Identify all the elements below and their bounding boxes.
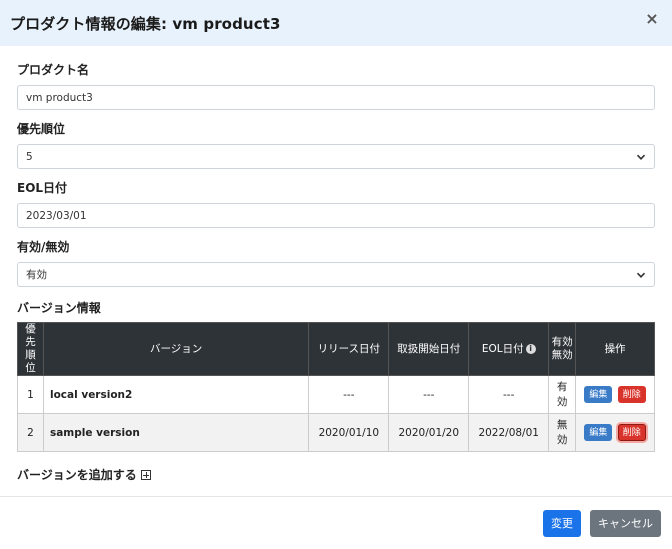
row-handling-start: ---	[388, 375, 470, 414]
col-header-eol: EOL日付 i	[468, 322, 550, 376]
row-release-date: ---	[308, 375, 390, 414]
versions-table: 優先 順位 バージョン リリース日付 取扱開始日付 EOL日付 i 有効 無効 操…	[17, 322, 655, 452]
info-icon[interactable]: i	[525, 343, 536, 354]
eol-date-value: 2023/03/01	[26, 209, 87, 222]
table-row: 2 sample version 2020/01/10 2020/01/20 2…	[17, 413, 655, 452]
col-header-handling-start: 取扱開始日付	[388, 322, 470, 376]
edit-version-button[interactable]: 編集	[584, 424, 613, 441]
delete-version-button[interactable]: 削除	[617, 386, 646, 403]
priority-select[interactable]: 5	[17, 144, 655, 169]
table-row: 1 local version2 --- --- --- 有 効 編集 削除	[17, 375, 655, 414]
product-name-input[interactable]: vm product3	[17, 85, 655, 110]
modal-footer: 変更 キャンセル	[0, 496, 672, 549]
add-version-label: バージョンを追加する	[17, 468, 137, 482]
product-name-group: プロダクト名 vm product3	[17, 61, 655, 110]
chevron-down-icon	[636, 154, 646, 160]
row-version: sample version	[42, 413, 310, 452]
status-label: 有効/無効	[17, 240, 70, 254]
row-version: local version2	[42, 375, 310, 414]
eol-date-group: EOL日付 2023/03/01	[17, 179, 655, 228]
chevron-down-icon	[636, 272, 646, 278]
edit-version-button[interactable]: 編集	[584, 386, 613, 403]
submit-button[interactable]: 変更	[543, 509, 581, 537]
status-value: 有効	[26, 269, 47, 281]
modal-header: プロダクト情報の編集: vm product3 ×	[0, 0, 672, 46]
col-header-valid: 有効 無効	[548, 322, 577, 376]
eol-date-input[interactable]: 2023/03/01	[17, 203, 655, 228]
priority-group: 優先順位 5	[17, 120, 655, 169]
eol-date-label: EOL日付	[17, 181, 68, 195]
priority-label: 優先順位	[17, 122, 66, 136]
row-priority: 1	[17, 375, 44, 414]
product-name-label: プロダクト名	[17, 63, 90, 77]
row-actions: 編集 削除	[575, 375, 655, 414]
status-select[interactable]: 有効	[17, 262, 655, 287]
add-version-link[interactable]: バージョンを追加する	[17, 466, 655, 483]
cancel-button[interactable]: キャンセル	[590, 509, 661, 537]
versions-section-label: バージョン情報	[17, 301, 101, 315]
close-icon[interactable]: ×	[644, 11, 660, 27]
delete-version-button[interactable]: 削除	[617, 424, 646, 441]
edit-product-modal: プロダクト情報の編集: vm product3 × プロダクト名 vm prod…	[0, 0, 672, 549]
row-priority: 2	[17, 413, 44, 452]
row-handling-start: 2020/01/20	[388, 413, 470, 452]
plus-square-icon	[140, 469, 151, 480]
col-header-release-date: リリース日付	[308, 322, 390, 376]
row-valid: 有 効	[548, 375, 577, 414]
col-header-priority: 優先 順位	[17, 322, 44, 376]
status-group: 有効/無効 有効	[17, 238, 655, 287]
table-header-row: 優先 順位 バージョン リリース日付 取扱開始日付 EOL日付 i 有効 無効 操…	[17, 322, 655, 376]
row-actions: 編集 削除	[575, 413, 655, 452]
col-header-version: バージョン	[42, 322, 310, 376]
row-eol: ---	[468, 375, 550, 414]
row-release-date: 2020/01/10	[308, 413, 390, 452]
product-name-value: vm product3	[26, 91, 93, 104]
modal-body: プロダクト名 vm product3 優先順位 5 EOL日付 2023/03/…	[0, 46, 672, 483]
modal-title: プロダクト情報の編集: vm product3	[10, 14, 281, 33]
row-eol: 2022/08/01	[468, 413, 550, 452]
row-valid: 無 効	[548, 413, 577, 452]
col-header-actions: 操作	[575, 322, 655, 376]
priority-value: 5	[26, 150, 33, 163]
